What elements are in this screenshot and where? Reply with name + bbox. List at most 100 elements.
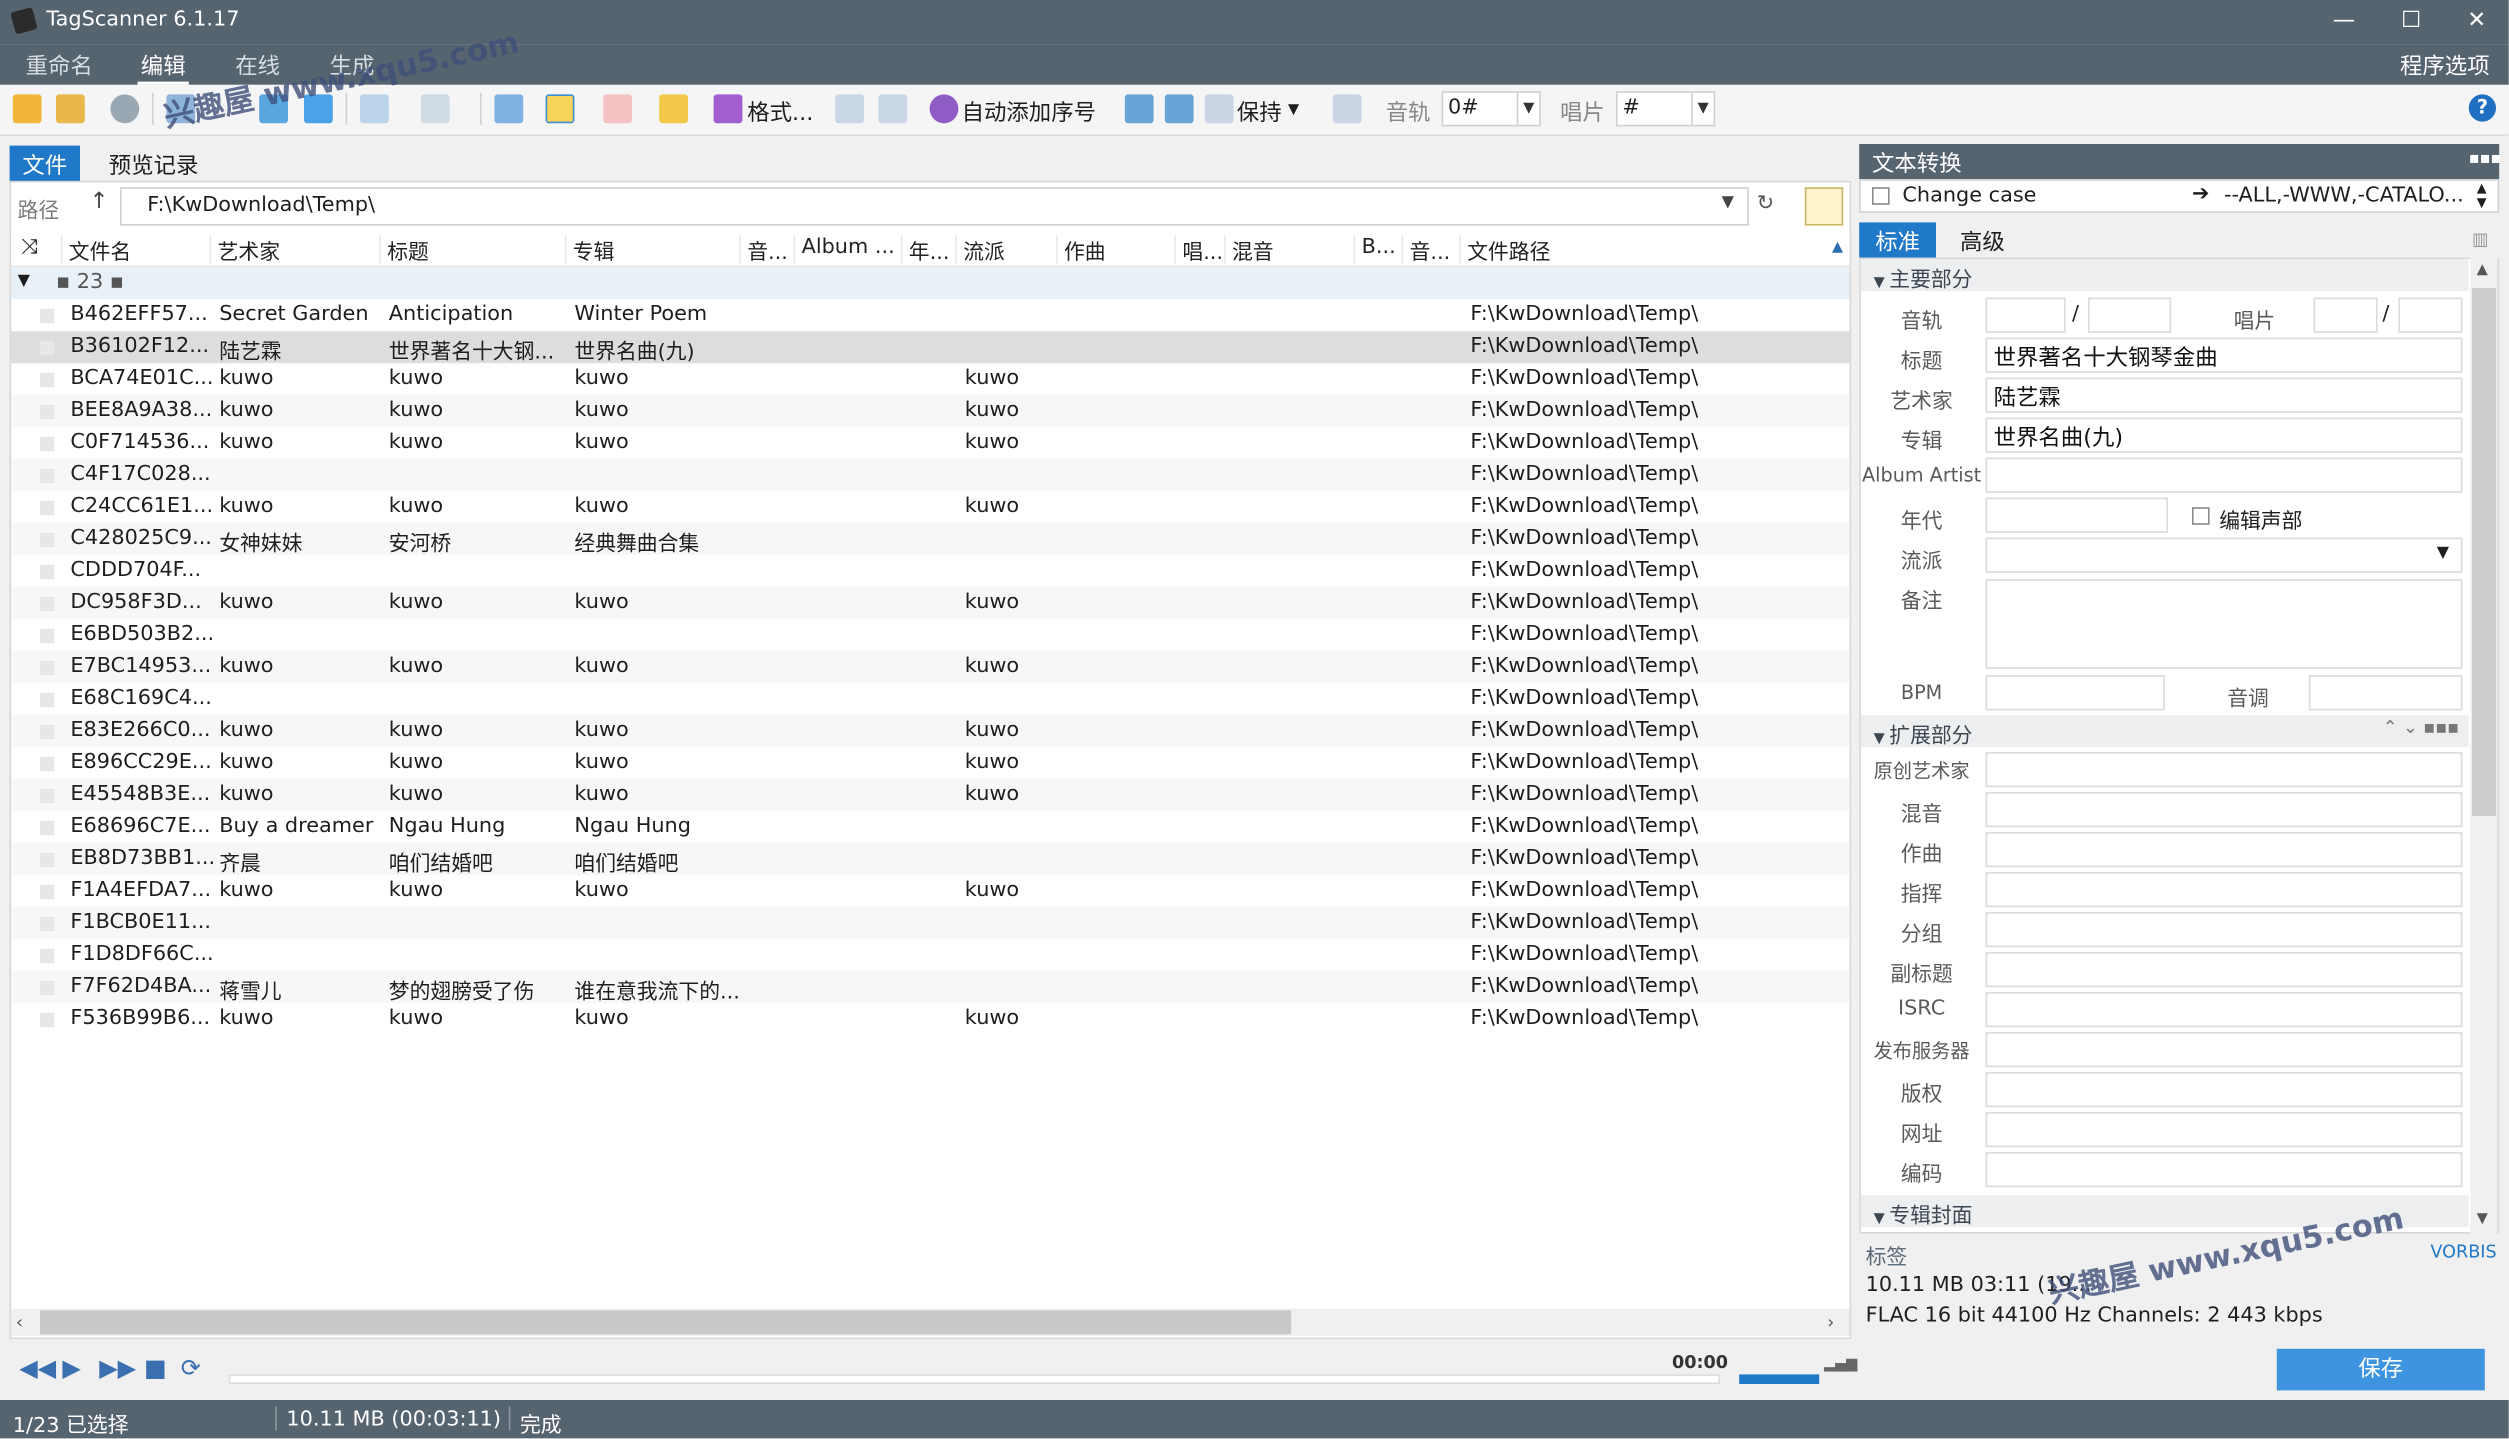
column-header-bpm[interactable]: B... (1353, 235, 1402, 264)
column-header-album-artist[interactable]: Album ... (793, 235, 901, 264)
column-header-artist[interactable]: 艺术家 (209, 235, 380, 264)
stop-icon[interactable]: ■ (144, 1354, 167, 1383)
column-header-file-name[interactable]: 文件名 (60, 235, 210, 264)
collapse-icon[interactable]: ▼ (18, 272, 30, 290)
row-checkbox[interactable] (40, 404, 55, 420)
program-options-button[interactable]: 程序选项 (2400, 50, 2490, 82)
scroll-left-icon[interactable]: ‹ (16, 1312, 23, 1333)
title-input[interactable]: 世界著名十大钢琴金曲 (1985, 337, 2463, 373)
save-button[interactable]: 保存 (2276, 1348, 2485, 1391)
track-dropdown-icon[interactable]: ▼ (1518, 91, 1541, 127)
album-input[interactable]: 世界名曲(九) (1985, 417, 2463, 453)
table-row[interactable]: F536B99B6... kuwo kuwo kuwo kuwo F:\KwDownloa… (11, 1003, 1849, 1035)
tab-standard[interactable]: 标准 (1859, 222, 1936, 258)
row-checkbox[interactable] (40, 596, 55, 612)
table-row[interactable]: DC958F3D... kuwo kuwo kuwo kuwo F:\KwDownload… (11, 587, 1850, 620)
scroll-thumb[interactable] (40, 1310, 1292, 1335)
rewind-icon[interactable]: ◀◀ (19, 1354, 56, 1383)
column-header-title[interactable]: 标题 (379, 235, 565, 264)
add-folder-icon[interactable] (56, 94, 85, 124)
tab-advanced[interactable]: 高级 (1944, 222, 2021, 257)
auto-number-icon[interactable] (929, 94, 959, 124)
row-checkbox[interactable] (40, 564, 55, 580)
scroll-right-icon[interactable]: › (1827, 1312, 1834, 1333)
export-icon[interactable] (878, 94, 908, 124)
scroll-thumb[interactable] (2472, 288, 2496, 816)
column-header-genre[interactable]: 流派 (955, 235, 1056, 264)
case-rule-value[interactable]: --ALL,-WWW,-CATALO... (2224, 184, 2464, 208)
extended-field-input[interactable] (1985, 872, 2463, 908)
repeat-icon[interactable]: ⟳ (181, 1354, 201, 1383)
path-up-icon[interactable]: ↑ (90, 189, 109, 215)
extended-field-input[interactable] (1985, 832, 2463, 868)
sort-icon[interactable] (420, 94, 450, 124)
folder-icon[interactable] (659, 94, 688, 124)
collapse-icon[interactable]: ▼ (1874, 731, 1890, 747)
row-checkbox[interactable] (40, 660, 55, 676)
section-extended[interactable]: ▼ 扩展部分 ⌃ ⌄ ▪▪▪ (1860, 715, 2469, 749)
track-total-input[interactable] (2088, 297, 2172, 333)
table-row[interactable]: C24CC61E1... kuwo kuwo kuwo kuwo F:\KwDownloa… (11, 491, 1849, 523)
row-checkbox[interactable] (40, 724, 55, 740)
seek-bar[interactable] (228, 1374, 1720, 1384)
close-button[interactable]: ✕ (2445, 3, 2509, 38)
section-main[interactable]: ▼ 主要部分 (1860, 259, 2469, 293)
format-button[interactable]: 格式... (747, 96, 813, 128)
column-header-track[interactable]: 音... (739, 235, 793, 264)
row-checkbox[interactable] (40, 628, 55, 644)
open-folder-icon[interactable] (12, 94, 42, 124)
path-dropdown-icon[interactable]: ▼ (1722, 194, 1734, 212)
column-header-composer[interactable]: 作曲 (1056, 235, 1174, 264)
extended-field-input[interactable] (1985, 1152, 2463, 1188)
table-row[interactable]: B462EFF57... Secret Garden Anticipation Win… (11, 299, 1849, 331)
table-row[interactable]: BCA74E01C... kuwo kuwo kuwo kuwo F:\KwDownloa… (11, 363, 1849, 395)
row-checkbox[interactable] (40, 948, 55, 964)
format-icon[interactable] (713, 94, 743, 124)
filter-icon[interactable] (494, 94, 524, 124)
column-header-key[interactable]: 音... (1401, 235, 1460, 264)
undo-icon[interactable] (110, 94, 140, 124)
disc-total-input[interactable] (2398, 297, 2463, 333)
row-checkbox[interactable] (40, 788, 55, 804)
view-icon[interactable] (360, 94, 389, 124)
import-icon[interactable] (835, 94, 864, 124)
keep-dropdown-icon[interactable]: ▼ (1288, 102, 1299, 118)
table-row[interactable]: E6BD503B2... F:\KwDownload\Temp\ (11, 619, 1849, 651)
table-row[interactable]: F1A4EFDA7... kuwo kuwo kuwo kuwo F:\KwDownloa… (11, 875, 1849, 907)
row-checkbox[interactable] (40, 980, 55, 996)
table-row[interactable]: F1D8DF66C... F:\KwDownload\Temp\ (11, 939, 1849, 971)
tab-preview-log[interactable]: 预览记录 (96, 146, 211, 181)
table-row[interactable]: F7F62D4BA... 蒋雪儿 梦的翅膀受了伤 谁在意我流下的... F:\KwDow… (11, 971, 1850, 1005)
panel-menu-icon[interactable]: ▪▪▪ (2469, 150, 2502, 168)
key-input[interactable] (2308, 675, 2463, 711)
minimize-button[interactable]: — (2312, 3, 2376, 38)
row-checkbox[interactable] (40, 852, 55, 868)
forward-icon[interactable]: ▶▶ (99, 1354, 136, 1383)
track-input[interactable] (1985, 297, 2066, 333)
album-artist-input[interactable] (1985, 457, 2463, 493)
row-checkbox[interactable] (40, 532, 55, 548)
row-checkbox[interactable] (40, 372, 55, 388)
table-row[interactable]: B36102F12... 陆艺霖 世界著名十大钢... 世界名曲(九) F:\KwDow… (11, 331, 1850, 365)
extended-field-input[interactable] (1985, 912, 2463, 948)
play-icon[interactable]: ▶ (62, 1354, 80, 1383)
row-checkbox[interactable] (40, 916, 55, 932)
column-header-mix[interactable]: 混音 (1224, 235, 1354, 264)
menu-rename[interactable]: 重命名 (22, 50, 96, 85)
file-to-tag-icon[interactable] (1164, 94, 1194, 124)
refresh-icon[interactable]: ↻ (1757, 192, 1774, 216)
row-checkbox[interactable] (40, 436, 55, 452)
auto-number-button[interactable]: 自动添加序号 (962, 96, 1096, 128)
table-row[interactable]: E68C169C4... F:\KwDownload\Temp\ (11, 683, 1849, 715)
collapse-icon[interactable]: ▼ (1874, 1211, 1890, 1227)
table-row[interactable]: E896CC29E... kuwo kuwo kuwo kuwo F:\KwDownloa… (11, 747, 1849, 779)
extended-field-input[interactable] (1985, 792, 2463, 828)
remove-tag-icon[interactable] (603, 94, 632, 124)
scroll-up-icon[interactable]: ▲ (2477, 262, 2488, 278)
collapse-icon[interactable]: ▼ (1874, 275, 1890, 291)
column-header-year[interactable]: 年... (900, 235, 955, 264)
row-checkbox[interactable] (40, 884, 55, 900)
artist-input[interactable]: 陆艺霖 (1985, 377, 2463, 413)
export-tag-icon[interactable] (1332, 94, 1362, 124)
table-row[interactable]: E83E266C0... kuwo kuwo kuwo kuwo F:\KwDownloa… (11, 715, 1850, 748)
